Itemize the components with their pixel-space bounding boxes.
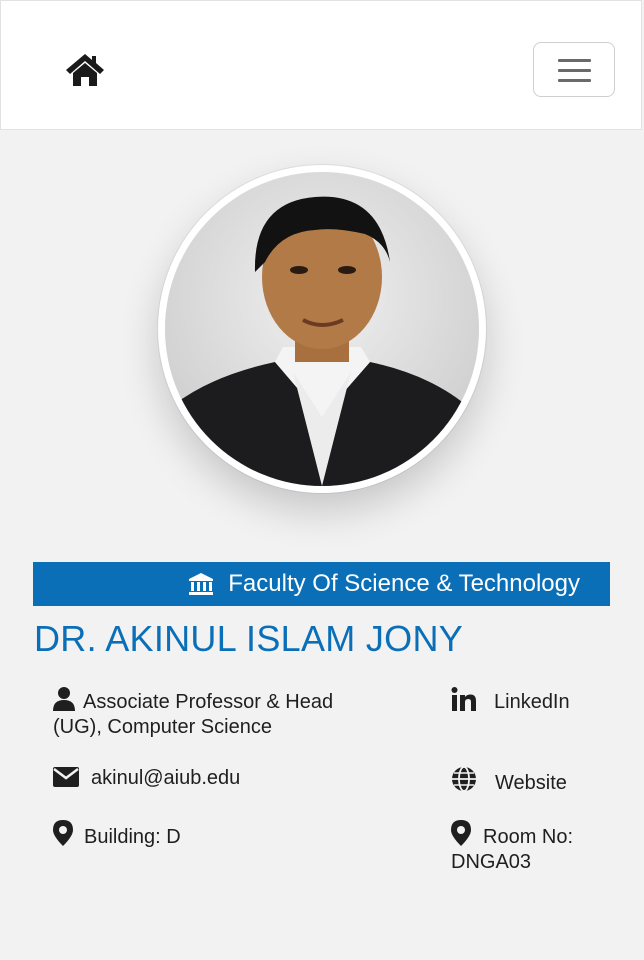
linkedin-label[interactable]: LinkedIn [494, 691, 570, 713]
email-row[interactable]: akinul@aiub.edu [53, 766, 240, 791]
designation-row: Associate Professor & Head (UG), Compute… [53, 687, 383, 740]
faculty-name: Faculty Of Science & Technology [228, 570, 580, 597]
map-marker-icon [451, 820, 471, 846]
menu-toggle-button[interactable] [533, 42, 615, 97]
map-marker-icon [53, 820, 73, 846]
home-icon [66, 54, 104, 86]
linkedin-link[interactable]: LinkedIn [451, 687, 570, 715]
building-text: Building: D [84, 826, 181, 848]
website-label[interactable]: Website [495, 772, 567, 794]
profile-photo [165, 172, 479, 486]
faculty-banner: Faculty Of Science & Technology [33, 562, 610, 606]
building-row: Building: D [53, 820, 181, 850]
faculty-member-name: DR. AKINUL ISLAM JONY [34, 618, 464, 659]
designation-text: Associate Professor & Head (UG), Compute… [53, 691, 334, 738]
profile-photo-frame [158, 165, 486, 493]
linkedin-icon [451, 687, 476, 711]
top-navbar [0, 0, 642, 130]
email-text[interactable]: akinul@aiub.edu [91, 767, 240, 789]
envelope-icon [53, 767, 79, 787]
home-link[interactable] [64, 51, 106, 89]
university-icon [189, 573, 214, 595]
room-row: Room No: DNGA03 [451, 820, 601, 875]
website-link[interactable]: Website [451, 766, 567, 796]
user-icon [53, 687, 75, 711]
globe-icon [452, 766, 476, 792]
